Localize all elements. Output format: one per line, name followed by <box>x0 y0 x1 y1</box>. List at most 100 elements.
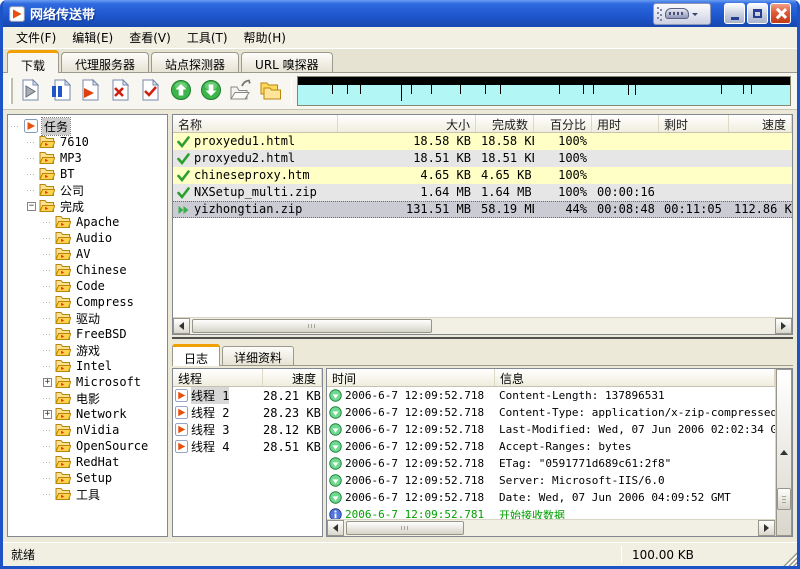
tree-item[interactable]: 驱动 <box>8 310 167 326</box>
tree-item[interactable]: Setup <box>8 470 167 486</box>
move-down-button[interactable] <box>196 76 226 106</box>
tree-item[interactable]: AV <box>8 246 167 262</box>
chineseproxy.htm[interactable]: chineseproxy.htm 4.65 KB 4.65 KB 100% <box>173 167 792 184</box>
pause-button[interactable] <box>46 76 76 106</box>
scroll-thumb[interactable] <box>777 488 791 510</box>
proxyedu2.html[interactable]: proxyedu2.html 18.51 KB 18.51 KB 100% <box>173 150 792 167</box>
tree-item[interactable]: Audio <box>8 230 167 246</box>
scroll-right-button[interactable] <box>758 520 775 536</box>
tree-item[interactable]: 工具 <box>8 486 167 502</box>
log-row[interactable]: 2006-6-7 12:09:52.718 Server: Microsoft-… <box>327 472 775 489</box>
expander-icon[interactable] <box>43 362 52 371</box>
column-header[interactable]: 用时 <box>592 115 659 132</box>
column-header[interactable]: 线程 <box>173 369 263 386</box>
tree-item[interactable]: 公司 <box>8 182 167 198</box>
proxyedu1.html[interactable]: proxyedu1.html 18.58 KB 18.58 KB 100% <box>173 133 792 150</box>
log-row[interactable]: 2006-6-7 12:09:52.718 Accept-Ranges: byt… <box>327 438 775 455</box>
thread-row[interactable]: 线程 2 28.23 KB <box>173 404 322 421</box>
tab-log[interactable]: 日志 <box>172 344 220 366</box>
log-row[interactable]: 2006-6-7 12:09:52.781 开始接收数据 <box>327 506 775 519</box>
tab-proxy-server[interactable]: 代理服务器 <box>61 52 149 72</box>
expander-icon[interactable] <box>27 186 36 195</box>
expander-icon[interactable] <box>43 266 52 275</box>
log-row[interactable]: 2006-6-7 12:09:52.718 Content-Length: 13… <box>327 387 775 404</box>
tab-details[interactable]: 详细资料 <box>222 346 294 365</box>
tree-item[interactable]: 任务 <box>8 118 167 134</box>
tree-item[interactable]: nVidia <box>8 422 167 438</box>
expander-icon[interactable] <box>27 138 36 147</box>
expander-icon[interactable]: − <box>27 202 36 211</box>
column-header[interactable]: 完成数 <box>476 115 534 132</box>
yizhongtian.zip[interactable]: yizhongtian.zip 131.51 MB 58.19 MB 44% 0… <box>173 201 792 218</box>
tree-item[interactable]: 7610 <box>8 134 167 150</box>
scroll-left-button[interactable] <box>173 318 190 334</box>
new-task-button[interactable] <box>16 76 46 106</box>
resize-grip[interactable] <box>780 549 797 566</box>
tree-item[interactable]: 电影 <box>8 390 167 406</box>
expander-icon[interactable] <box>43 250 52 259</box>
tree-item[interactable]: FreeBSD <box>8 326 167 342</box>
tree-item[interactable]: + Microsoft <box>8 374 167 390</box>
expander-icon[interactable] <box>43 442 52 451</box>
scroll-track[interactable] <box>344 520 758 536</box>
tree-item[interactable]: Chinese <box>8 262 167 278</box>
tree-item[interactable]: OpenSource <box>8 438 167 454</box>
tree-item[interactable]: − 完成 <box>8 198 167 214</box>
scroll-thumb[interactable] <box>346 521 464 535</box>
scroll-right-button[interactable] <box>775 318 792 334</box>
column-header[interactable]: 速度 <box>263 369 322 386</box>
expander-icon[interactable] <box>43 282 52 291</box>
expander-icon[interactable] <box>43 330 52 339</box>
tree-item[interactable]: Code <box>8 278 167 294</box>
scroll-down-button[interactable] <box>776 536 792 537</box>
tree-item[interactable]: Apache <box>8 214 167 230</box>
tab-url-sniffer[interactable]: URL 嗅探器 <box>241 52 333 72</box>
menu-item[interactable]: 文件(F) <box>8 27 64 48</box>
expander-icon[interactable] <box>43 426 52 435</box>
log-horizontal-scrollbar[interactable] <box>327 519 775 536</box>
scroll-up-button[interactable] <box>776 369 792 536</box>
column-header[interactable]: 时间 <box>327 369 495 386</box>
start-button[interactable] <box>76 76 106 106</box>
thread-row[interactable]: 线程 3 28.12 KB <box>173 421 322 438</box>
expander-icon[interactable] <box>43 314 52 323</box>
expander-icon[interactable] <box>27 154 36 163</box>
column-header[interactable]: 名称 <box>173 115 338 132</box>
delete-button[interactable] <box>106 76 136 106</box>
tab-download[interactable]: 下载 <box>7 50 59 73</box>
titlebar[interactable]: 网络传送带 <box>3 0 797 27</box>
column-header[interactable]: 百分比 <box>534 115 592 132</box>
expander-icon[interactable] <box>43 458 52 467</box>
log-row[interactable]: 2006-6-7 12:09:52.718 ETag: "0591771d689… <box>327 455 775 472</box>
expander-icon[interactable] <box>43 346 52 355</box>
thread-row[interactable]: 线程 1 28.21 KB <box>173 387 322 404</box>
tree-item[interactable]: + Network <box>8 406 167 422</box>
menu-item[interactable]: 工具(T) <box>179 27 236 48</box>
log-row[interactable]: 2006-6-7 12:09:52.718 Date: Wed, 07 Jun … <box>327 489 775 506</box>
column-header[interactable]: 信息 <box>495 369 775 386</box>
maximize-button[interactable] <box>747 3 768 24</box>
expander-icon[interactable] <box>27 170 36 179</box>
open-file-button[interactable] <box>226 76 256 106</box>
tree-item[interactable]: Intel <box>8 358 167 374</box>
scroll-track[interactable] <box>190 318 775 334</box>
move-up-button[interactable] <box>166 76 196 106</box>
expander-icon[interactable] <box>43 490 52 499</box>
thread-row[interactable]: 线程 4 28.51 KB <box>173 438 322 455</box>
expander-icon[interactable]: + <box>43 378 52 387</box>
column-header[interactable]: 大小 <box>338 115 476 132</box>
expander-icon[interactable] <box>43 474 52 483</box>
tree-item[interactable]: RedHat <box>8 454 167 470</box>
expander-icon[interactable] <box>11 122 20 131</box>
open-folder-button[interactable] <box>256 76 286 106</box>
log-vertical-scrollbar[interactable] <box>775 369 792 536</box>
expander-icon[interactable] <box>43 218 52 227</box>
log-row[interactable]: 2006-6-7 12:09:52.718 Content-Type: appl… <box>327 404 775 421</box>
menu-item[interactable]: 查看(V) <box>121 27 179 48</box>
column-header[interactable]: 速度 <box>729 115 792 132</box>
NXSetup_multi.zip[interactable]: NXSetup_multi.zip 1.64 MB 1.64 MB 100% 0… <box>173 184 792 201</box>
scroll-left-button[interactable] <box>327 520 344 536</box>
close-button[interactable] <box>770 3 791 24</box>
horizontal-scrollbar[interactable] <box>173 317 792 334</box>
tree-item[interactable]: BT <box>8 166 167 182</box>
